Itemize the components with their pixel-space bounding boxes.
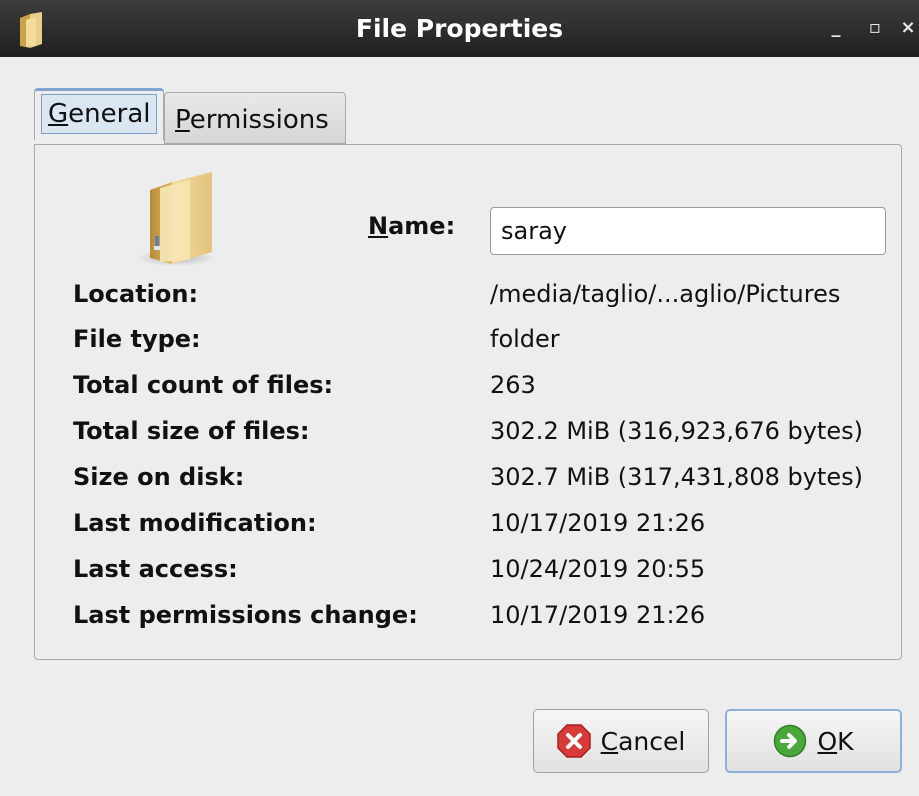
property-label: File type: xyxy=(73,325,201,353)
close-button[interactable]: × xyxy=(898,18,918,38)
property-row-total-count: Total count of files: 263 xyxy=(73,371,903,401)
property-value: 10/17/2019 21:26 xyxy=(490,509,706,537)
property-label: Last modification: xyxy=(73,509,317,537)
name-label: Name: xyxy=(368,212,456,240)
property-label: Total size of files: xyxy=(73,417,310,445)
tab-permissions[interactable]: Permissions xyxy=(164,92,346,144)
property-value: 302.7 MiB (317,431,808 bytes) xyxy=(490,463,863,491)
folder-icon xyxy=(136,172,216,266)
tab-permissions-label: Permissions xyxy=(175,105,329,135)
property-value: 302.2 MiB (316,923,676 bytes) xyxy=(490,417,863,445)
property-row-last-modification: Last modification: 10/17/2019 21:26 xyxy=(73,509,903,539)
property-row-size-on-disk: Size on disk: 302.7 MiB (317,431,808 byt… xyxy=(73,463,903,493)
property-value: 10/24/2019 20:55 xyxy=(490,555,706,583)
property-value: /media/taglio/...aglio/Pictures xyxy=(490,280,841,308)
ok-icon xyxy=(774,724,807,758)
cancel-button-label: Cancel xyxy=(600,726,686,756)
property-row-file-type: File type: folder xyxy=(73,325,903,355)
property-value: 10/17/2019 21:26 xyxy=(490,601,706,629)
property-row-last-access: Last access: 10/24/2019 20:55 xyxy=(73,555,903,585)
property-label: Size on disk: xyxy=(73,463,245,491)
title-bar[interactable]: File Properties _ ▫ × xyxy=(0,0,919,57)
minimize-button[interactable]: _ xyxy=(826,18,846,38)
property-label: Last access: xyxy=(73,555,238,583)
cancel-icon xyxy=(556,724,591,758)
property-row-location: Location: /media/taglio/...aglio/Picture… xyxy=(73,280,903,310)
property-row-last-permissions-change: Last permissions change: 10/17/2019 21:2… xyxy=(73,601,903,631)
cancel-button[interactable]: Cancel xyxy=(533,709,709,773)
property-value: folder xyxy=(490,325,560,353)
ok-button-label: OK xyxy=(817,726,854,756)
maximize-button[interactable]: ▫ xyxy=(865,18,885,38)
window-title: File Properties xyxy=(355,14,564,43)
property-row-total-size: Total size of files: 302.2 MiB (316,923,… xyxy=(73,417,903,447)
property-label: Location: xyxy=(73,280,199,308)
ok-button[interactable]: OK xyxy=(725,709,902,773)
property-value: 263 xyxy=(490,371,536,399)
tab-general-label: General xyxy=(41,94,158,134)
property-label: Last permissions change: xyxy=(73,601,418,629)
tab-general[interactable]: General xyxy=(34,88,164,140)
property-label: Total count of files: xyxy=(73,371,334,399)
name-input[interactable] xyxy=(490,207,886,255)
